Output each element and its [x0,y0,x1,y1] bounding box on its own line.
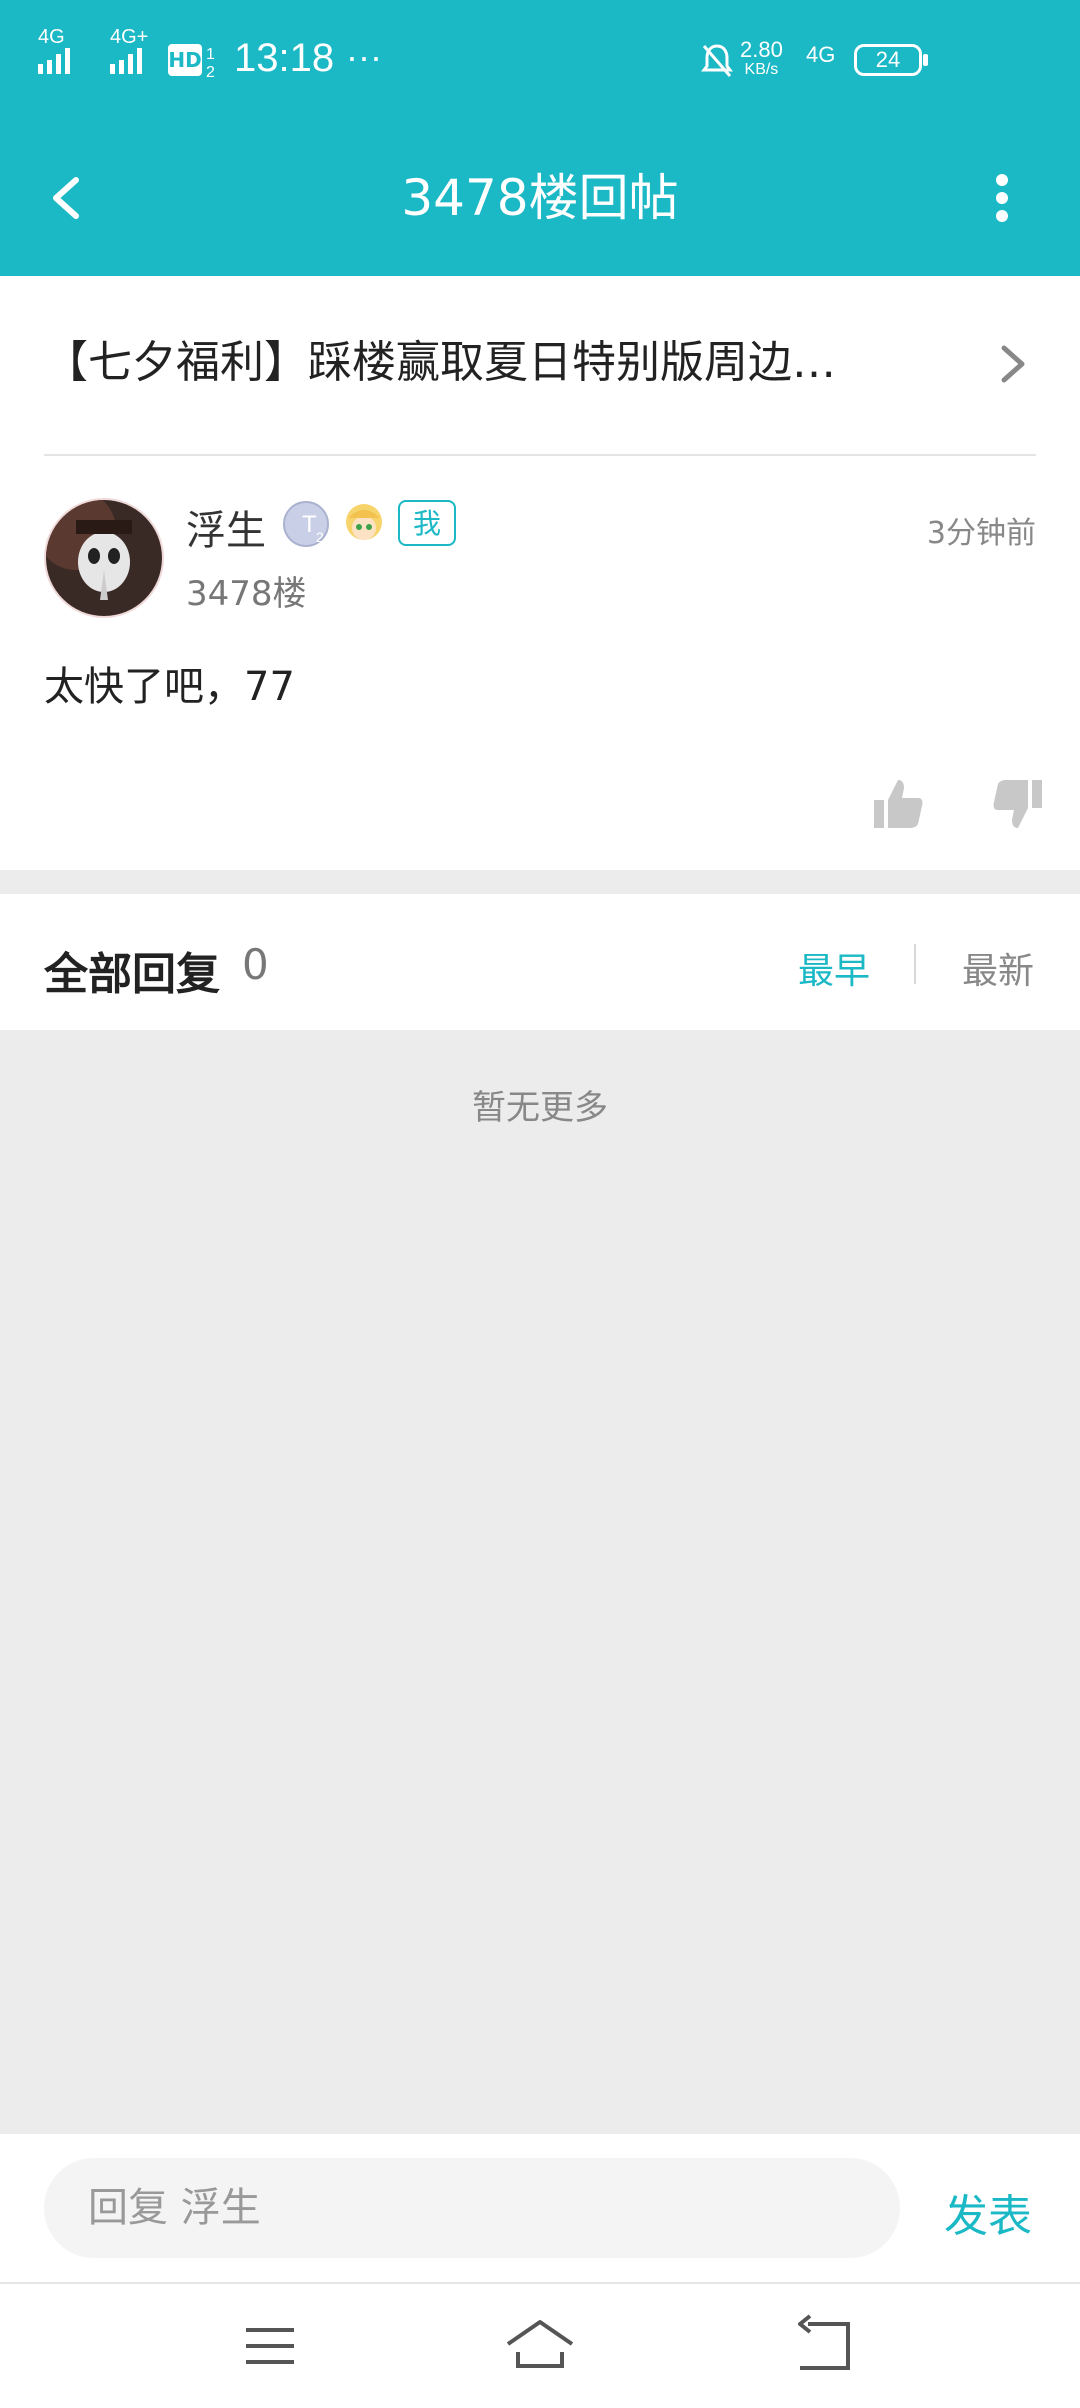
empty-state-text: 暂无更多 [472,1088,608,1128]
notification-dots: ··· [346,36,382,77]
sort-newest-tab[interactable]: 最新 [962,942,1034,994]
chevron-right-icon [1001,345,1025,383]
post-card: 【七夕福利】踩楼赢取夏日特别版周边… 浮生 T 2 我 3478楼 3分钟前 太… [0,276,1080,870]
replies-count: 0 [242,940,269,989]
return-icon [798,2314,850,2370]
thread-link[interactable]: 【七夕福利】踩楼赢取夏日特别版周边… [0,276,1080,454]
username[interactable]: 浮生 [186,498,266,556]
speed-unit: KB/s [744,61,779,78]
speed-value: 2.80 [740,37,783,62]
clock: 13:18 [234,36,335,80]
more-vertical-icon [996,174,1008,222]
reply-input[interactable] [44,2158,900,2258]
replies-label: 全部回复 [44,949,220,1000]
return-button[interactable] [788,2310,860,2382]
status-bar: 4G 4G+ HD 12 13:18 ··· 2.80 KB/s 4G 24 [0,0,1080,120]
dislike-button[interactable] [990,776,1046,832]
battery-icon: 24 [854,44,922,76]
sort-earliest-tab[interactable]: 最早 [798,942,870,994]
mute-bell-icon [701,44,733,77]
network-label-3: 4G [806,42,836,67]
system-nav-bar [0,2284,1080,2408]
network-label-2: 4G+ [110,26,149,48]
page-title: 3478楼回帖 [401,169,679,227]
network-speed: 2.80 KB/s [740,37,783,80]
divider [44,454,1036,456]
battery-level: 24 [875,47,901,72]
thumbs-down-icon [993,780,1042,828]
more-options-button[interactable] [966,162,1038,234]
battery-tip [923,54,928,66]
thread-title: 【七夕福利】踩楼赢取夏日特别版周边… [44,337,836,388]
post-time: 3分钟前 [926,516,1036,551]
me-badge: 我 [398,500,456,546]
avatar[interactable] [44,498,164,618]
hd-icon: HD [168,44,202,76]
hd-sub: 12 [206,46,215,81]
home-button[interactable] [504,2310,576,2382]
level-badge-icon: T 2 [282,500,330,548]
publish-button[interactable]: 发表 [944,2180,1032,2244]
badge-sub: 2 [316,529,324,545]
sort-divider [914,944,916,984]
thumbs-up-icon [874,780,923,828]
badge-letter: T [302,511,317,538]
replies-header: 全部回复 0 最早 最新 [0,894,1080,1030]
avatar-image [46,500,162,616]
post-content: 太快了吧，77 [44,664,295,710]
signal-icon [38,48,70,74]
like-button[interactable] [870,776,926,832]
floor-number: 3478楼 [186,574,307,614]
network-label-1: 4G [38,26,65,48]
menu-icon [246,2328,294,2364]
character-badge-icon [340,500,388,548]
menu-button[interactable] [234,2310,306,2382]
reply-bar: 发表 [0,2134,1080,2282]
home-icon [506,2320,574,2368]
signal-icon [110,48,142,74]
app-bar: 3478楼回帖 [0,120,1080,276]
